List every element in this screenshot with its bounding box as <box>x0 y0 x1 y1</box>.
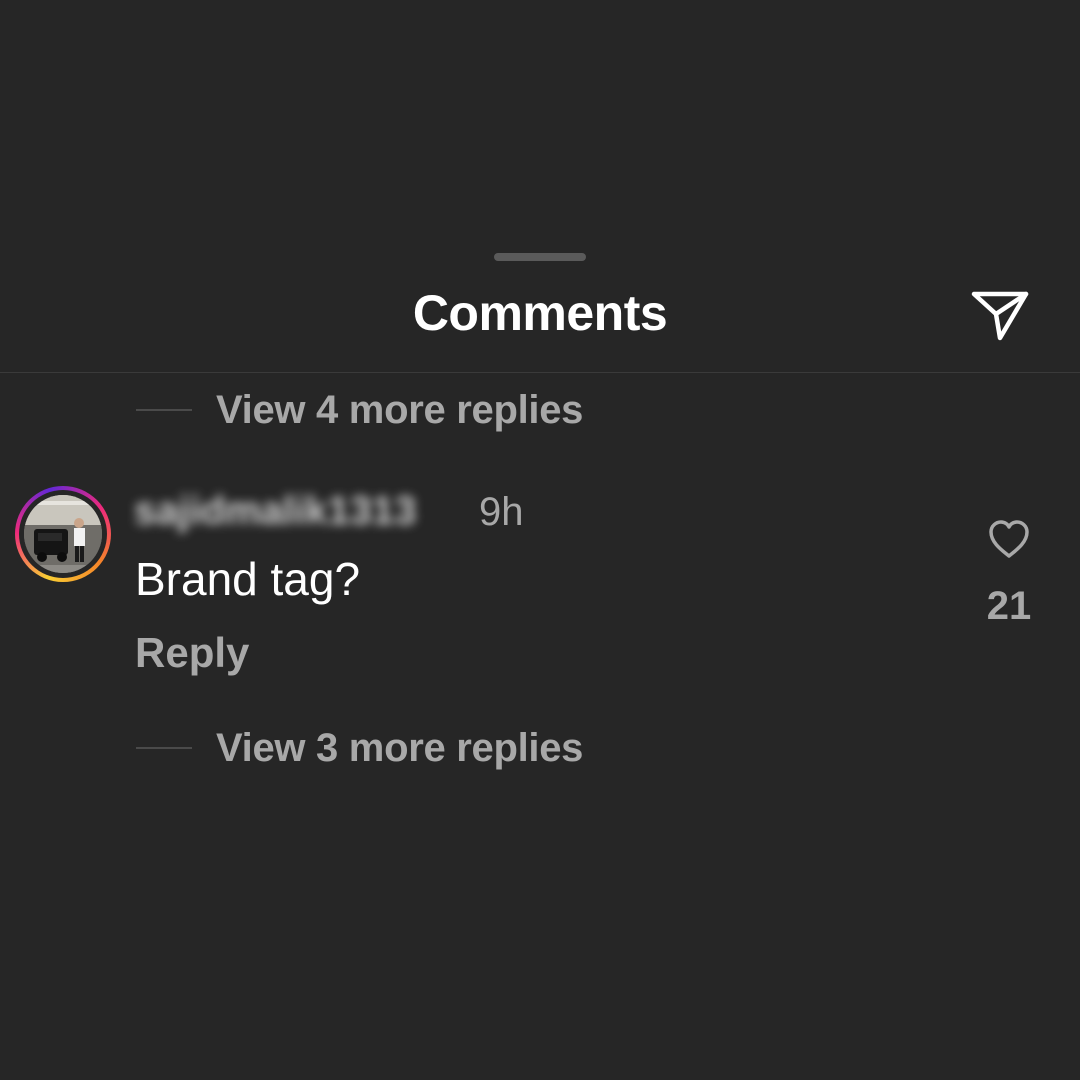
replies-divider <box>136 409 192 411</box>
sheet-grab-handle[interactable] <box>494 253 586 261</box>
view-more-replies-bottom[interactable]: View 3 more replies <box>136 723 583 773</box>
comment-username[interactable]: sajidmalik1313 <box>134 489 416 534</box>
sheet-title: Comments <box>412 285 668 341</box>
like-count: 21 <box>986 584 1032 628</box>
paper-plane-icon[interactable] <box>970 290 1030 342</box>
avatar[interactable] <box>15 486 111 582</box>
comments-screen: Comments View 4 more replies sajidmalik1… <box>0 0 1080 1080</box>
replies-divider <box>136 747 192 749</box>
view-more-replies-top[interactable]: View 4 more replies <box>136 385 583 435</box>
reply-button[interactable]: Reply <box>135 629 249 677</box>
view-more-replies-label: View 3 more replies <box>216 725 584 770</box>
view-more-replies-label: View 4 more replies <box>216 387 584 432</box>
heart-outline-icon[interactable] <box>987 518 1031 560</box>
sheet-header: Comments <box>0 270 1080 373</box>
avatar-photo <box>24 495 102 573</box>
comment-text: Brand tag? <box>135 553 361 605</box>
comment-timestamp: 9h <box>479 490 524 534</box>
